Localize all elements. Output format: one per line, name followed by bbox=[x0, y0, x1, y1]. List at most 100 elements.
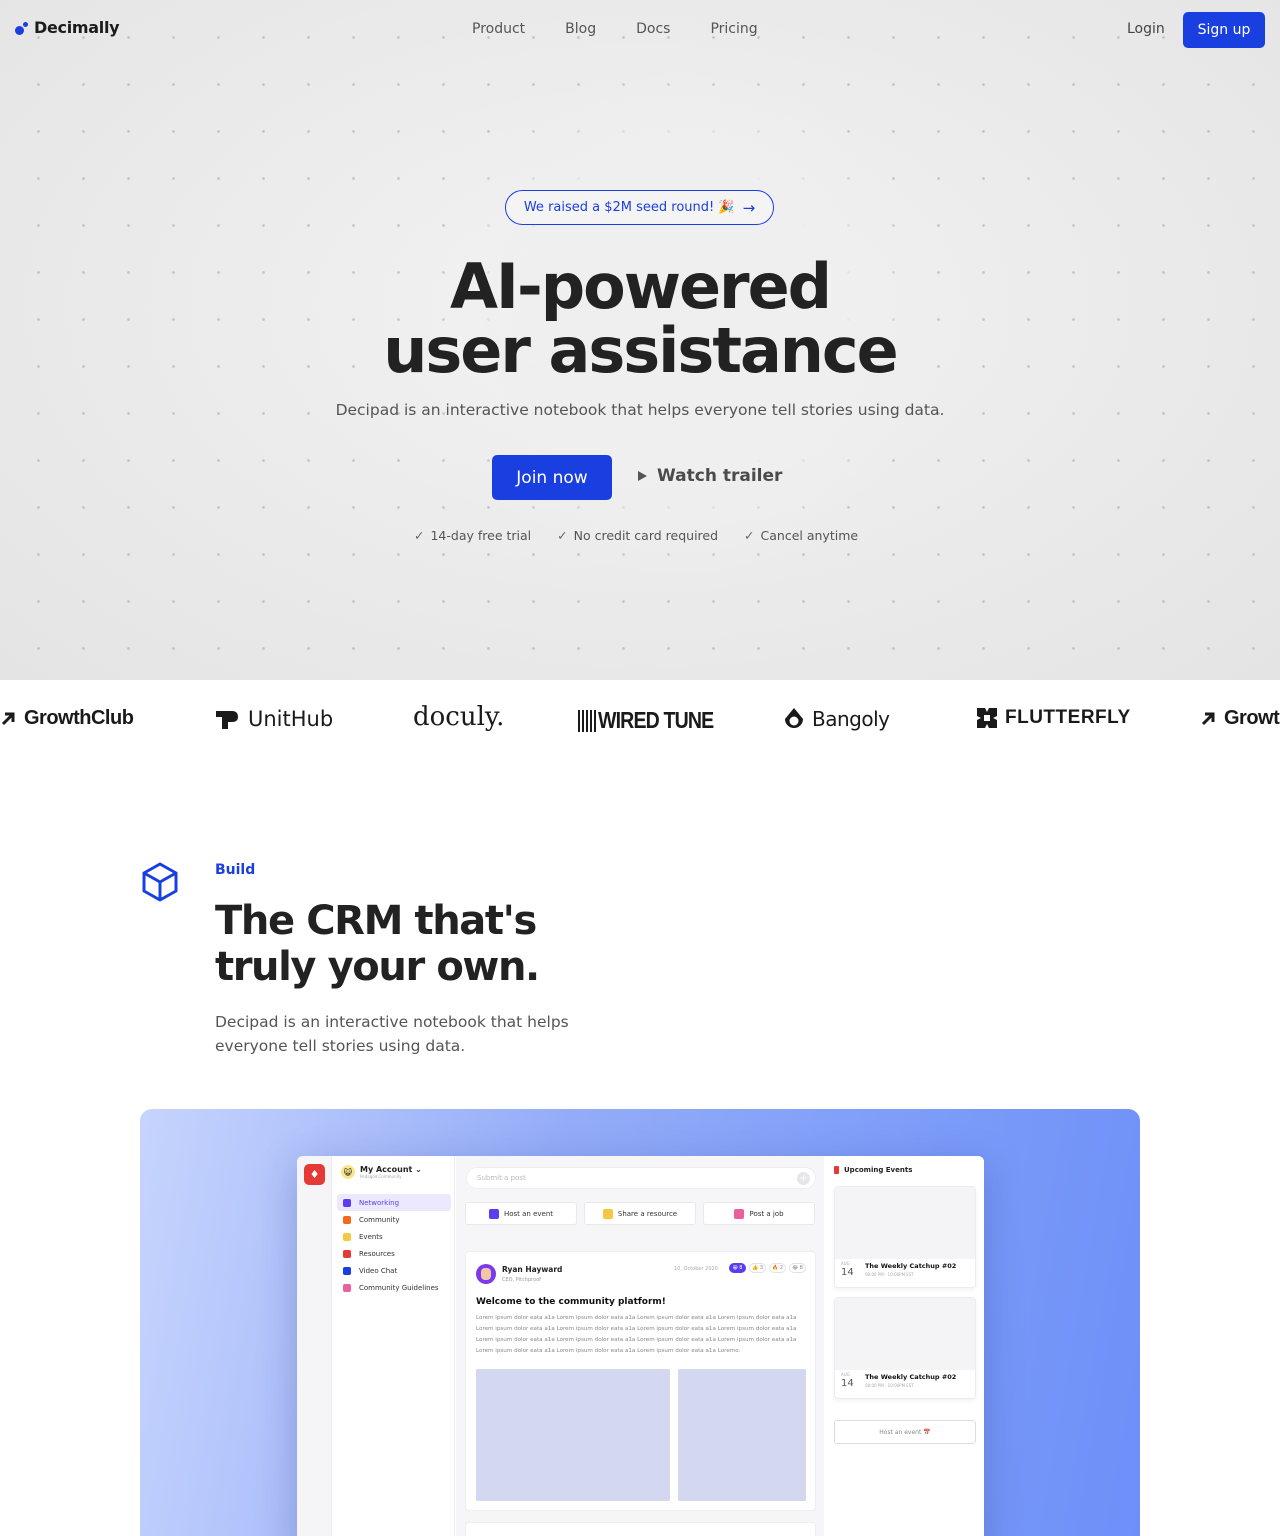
top-nav: Decimally Product Blog Docs Pricing Logi… bbox=[0, 0, 1280, 60]
login-link[interactable]: Login bbox=[1127, 21, 1165, 37]
networking-icon bbox=[343, 1198, 351, 1207]
event-month: AUG bbox=[841, 1261, 850, 1266]
event-time: 08:00 PM - 10:00PM EST bbox=[865, 1383, 914, 1388]
play-icon bbox=[638, 471, 647, 481]
hero-subtitle: Decipad is an interactive notebook that … bbox=[335, 401, 945, 419]
reaction-chip[interactable]: 👍 3 bbox=[749, 1263, 766, 1273]
avatar bbox=[476, 1264, 496, 1284]
guidelines-icon bbox=[343, 1283, 351, 1292]
reaction-chip[interactable]: 🔥 2 bbox=[769, 1263, 786, 1273]
event-image bbox=[835, 1298, 975, 1370]
app-sidebar: 😺 My Account ⌄ Pedagod Community Network… bbox=[333, 1156, 455, 1536]
account-switcher[interactable]: 😺 My Account ⌄ Pedagod Community bbox=[341, 1165, 422, 1179]
submit-post-input[interactable]: Submit a post + bbox=[466, 1167, 816, 1189]
section-description: Decipad is an interactive notebook that … bbox=[215, 1013, 569, 1055]
hero-section: Decimally Product Blog Docs Pricing Logi… bbox=[0, 0, 1280, 680]
post-image[interactable] bbox=[476, 1369, 670, 1501]
app-rail: ♦ bbox=[297, 1156, 332, 1536]
reaction-bar: 😀 8 👍 3 🔥 2 😂 8 bbox=[729, 1263, 806, 1273]
post-card: Ryan Hayward CEO, Pitchproof 10, October… bbox=[465, 1251, 816, 1511]
nav-link-blog[interactable]: Blog bbox=[565, 21, 596, 37]
check-item: ✓ 14-day free trial bbox=[414, 528, 531, 543]
sidebar-item-networking[interactable]: Networking bbox=[337, 1194, 451, 1211]
sidebar-item-video-chat[interactable]: Video Chat bbox=[337, 1262, 451, 1279]
action-label: Share a resource bbox=[617, 1209, 678, 1218]
sidebar-item-community[interactable]: Community bbox=[337, 1211, 451, 1228]
reaction-chip[interactable]: 😂 8 bbox=[789, 1263, 806, 1273]
logo-bangoly: Bangoly bbox=[782, 707, 890, 731]
sidebar-item-events[interactable]: Events bbox=[337, 1228, 451, 1245]
event-name: The Weekly Catchup #02 bbox=[865, 1262, 957, 1270]
calendar-icon bbox=[488, 1208, 499, 1219]
unithub-mark-icon bbox=[216, 711, 238, 729]
nav-link-docs[interactable]: Docs bbox=[636, 21, 670, 37]
account-label: My Account bbox=[360, 1165, 413, 1174]
arrow-up-right-icon bbox=[1, 712, 15, 725]
account-name: My Account ⌄ bbox=[360, 1165, 422, 1174]
events-title: Upcoming Events bbox=[844, 1166, 913, 1174]
hero-title-line2: user assistance bbox=[383, 314, 898, 387]
post-image[interactable] bbox=[678, 1369, 806, 1501]
check-label: Cancel anytime bbox=[760, 528, 859, 543]
announcement-pill[interactable]: We raised a $2M seed round! 🎉 → bbox=[505, 190, 774, 225]
section-eyebrow: Build bbox=[215, 862, 256, 878]
logo-bangoly-text: Bangoly bbox=[812, 707, 890, 731]
sidebar-item-guidelines[interactable]: Community Guidelines bbox=[337, 1279, 451, 1296]
resources-icon bbox=[343, 1249, 351, 1258]
logo-icon bbox=[14, 20, 30, 36]
post-placeholder: Submit a post bbox=[477, 1174, 526, 1182]
sidebar-item-label: Community Guidelines bbox=[359, 1283, 439, 1292]
logo-unithub-text: UnitHub bbox=[248, 707, 334, 731]
check-label: 14-day free trial bbox=[430, 528, 532, 543]
account-sub: Pedagod Community bbox=[360, 1174, 402, 1179]
nav-link-product[interactable]: Product bbox=[472, 21, 525, 37]
feature-checks: ✓ 14-day free trial ✓ No credit card requi… bbox=[414, 528, 858, 543]
event-card[interactable]: AUG 14 The Weekly Catchup #02 08:00 PM -… bbox=[834, 1297, 976, 1399]
post-author[interactable]: Ryan Hayward CEO, Pitchproof bbox=[476, 1264, 562, 1284]
post-card bbox=[465, 1522, 816, 1536]
host-event-button[interactable]: Host an event bbox=[465, 1202, 577, 1225]
share-resource-button[interactable]: Share a resource bbox=[584, 1202, 696, 1225]
check-icon: ✓ bbox=[744, 528, 755, 543]
check-label: No credit card required bbox=[573, 528, 719, 543]
sidebar-item-label: Networking bbox=[359, 1198, 400, 1207]
events-icon bbox=[343, 1232, 351, 1241]
sidebar-item-label: Community bbox=[359, 1215, 400, 1224]
event-time: 08:00 PM - 10:00PM EST bbox=[865, 1272, 914, 1277]
sidebar-item-resources[interactable]: Resources bbox=[337, 1245, 451, 1262]
check-item: ✓ No credit card required bbox=[557, 528, 718, 543]
customer-logos: GrowthClub UnitHub doculy. WIRED TUNE Ba… bbox=[0, 680, 1280, 762]
join-now-button[interactable]: Join now bbox=[492, 455, 612, 500]
logo-doculy: doculy. bbox=[413, 702, 505, 732]
hero-title-line1: AI-powered bbox=[449, 250, 832, 323]
avatar: 😺 bbox=[341, 1165, 355, 1179]
sidebar-item-label: Events bbox=[359, 1232, 383, 1241]
event-card[interactable]: AUG 14 The Weekly Catchup #02 08:00 PM -… bbox=[834, 1186, 976, 1288]
events-panel: Upcoming Events AUG 14 The Weekly Catchu… bbox=[825, 1156, 984, 1536]
video-chat-icon bbox=[343, 1266, 351, 1275]
community-icon bbox=[343, 1215, 351, 1224]
quick-actions: Host an event Share a resource Post a jo… bbox=[465, 1202, 815, 1225]
logo-growthclub-text: Growt bbox=[1224, 707, 1280, 729]
post-job-button[interactable]: Post a job bbox=[703, 1202, 815, 1225]
post-title: Welcome to the community platform! bbox=[476, 1297, 666, 1307]
action-label: Post a job bbox=[749, 1209, 784, 1218]
section-title-line1: The CRM that's bbox=[215, 898, 537, 944]
nav-link-pricing[interactable]: Pricing bbox=[710, 21, 757, 37]
author-role: CEO, Pitchproof bbox=[502, 1277, 541, 1283]
cube-icon bbox=[142, 862, 178, 902]
logo-growthclub: GrowthClub bbox=[0, 707, 134, 730]
watch-trailer-button[interactable]: Watch trailer bbox=[638, 466, 782, 486]
plus-icon[interactable]: + bbox=[797, 1172, 810, 1185]
signup-button[interactable]: Sign up bbox=[1183, 12, 1265, 48]
reaction-chip[interactable]: 😀 8 bbox=[729, 1263, 746, 1273]
account-text: My Account ⌄ Pedagod Community bbox=[360, 1165, 422, 1179]
nav-links: Product Blog Docs Pricing bbox=[472, 21, 758, 37]
sidebar-menu: Networking Community Events Resources Vi… bbox=[337, 1194, 451, 1296]
brand-logo[interactable]: Decimally bbox=[14, 18, 120, 37]
event-day: 14 bbox=[841, 1378, 854, 1389]
event-month: AUG bbox=[841, 1372, 850, 1377]
host-event-panel-button[interactable]: Host an event 📅 bbox=[834, 1420, 976, 1444]
sidebar-item-label: Resources bbox=[359, 1249, 395, 1258]
resource-icon bbox=[602, 1208, 613, 1219]
